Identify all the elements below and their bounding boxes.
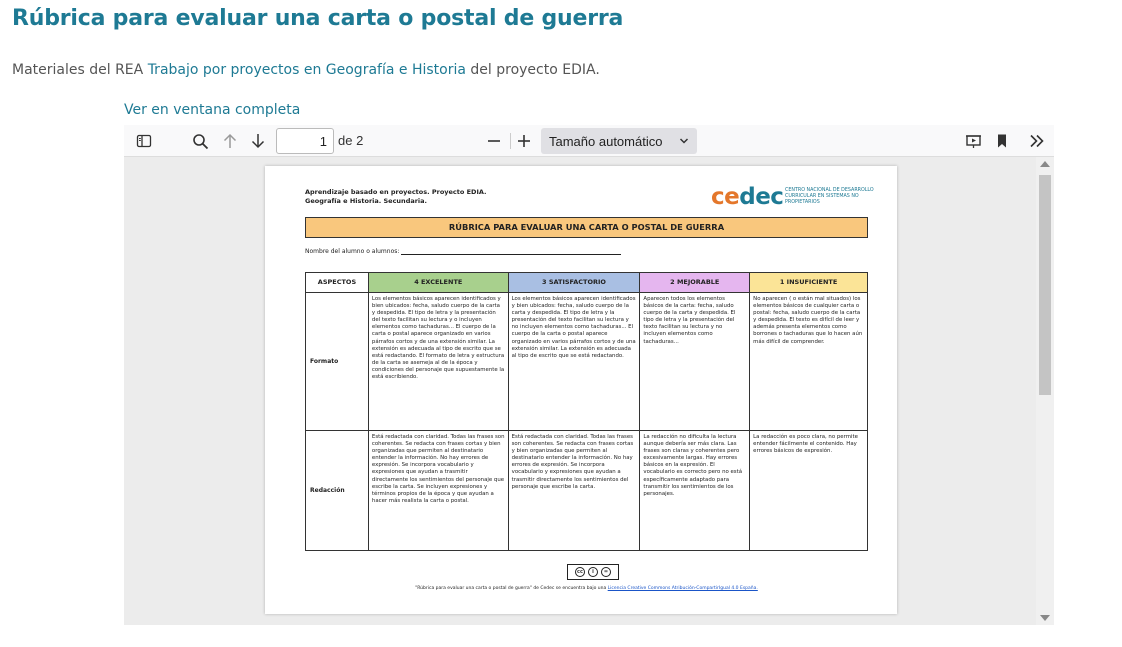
aspect-cell: Redacción — [305, 430, 369, 551]
cedec-logo: cedec — [711, 184, 784, 210]
rubric-table: ASPECTOS 4 EXCELENTE 3 SATISFACTORIO 2 M… — [305, 272, 868, 551]
arrow-up-icon[interactable] — [218, 125, 242, 157]
page-title: Rúbrica para evaluar una carta o postal … — [12, 6, 624, 31]
creative-commons-icon: cc i = — [567, 564, 619, 580]
zoom-in-icon[interactable] — [512, 125, 536, 157]
intro-text: Materiales del REA Trabajo por proyectos… — [12, 62, 600, 78]
page-number-input[interactable] — [276, 128, 334, 154]
license-prefix: "Rúbrica para evaluar una carta o postal… — [415, 586, 608, 591]
criteria-cell: Está redactada con claridad. Todas las f… — [507, 430, 641, 551]
criteria-cell: Los elementos básicos aparecen identific… — [367, 292, 509, 431]
scrollbar[interactable] — [1036, 157, 1054, 625]
criteria-cell: Los elementos básicos aparecen identific… — [507, 292, 641, 431]
bookmark-icon[interactable] — [990, 125, 1014, 157]
header-aspectos: ASPECTOS — [305, 272, 369, 293]
criteria-cell: La redacción no dificulta la lectura aun… — [639, 430, 751, 551]
aspect-cell: Formato — [305, 292, 369, 431]
header-satisfactorio: 3 SATISFACTORIO — [507, 272, 641, 293]
rubric-header-row: ASPECTOS 4 EXCELENTE 3 SATISFACTORIO 2 M… — [305, 272, 868, 293]
document-header-line1: Aprendizaje basado en proyectos. Proyect… — [305, 188, 487, 196]
pdf-page: Aprendizaje basado en proyectos. Proyect… — [265, 166, 897, 614]
table-row: Redacción Está redactada con claridad. T… — [305, 430, 868, 551]
intro-prefix: Materiales del REA — [12, 62, 148, 78]
rubric-title: RÚBRICA PARA EVALUAR UNA CARTA O POSTAL … — [305, 217, 868, 238]
cedec-logo-subtitle: CENTRO NACIONAL DE DESARROLLO CURRICULAR… — [785, 188, 874, 205]
criteria-cell: No aparecen ( o están mal situados) los … — [749, 292, 868, 431]
double-chevron-right-icon[interactable] — [1024, 125, 1050, 157]
student-name-line — [401, 254, 622, 255]
table-row: Formato Los elementos básicos aparecen i… — [305, 292, 868, 431]
page-count: de 2 — [338, 133, 364, 148]
fullview-link[interactable]: Ver en ventana completa — [124, 102, 300, 118]
zoom-select[interactable]: Tamaño automático — [541, 128, 697, 154]
document-header: Aprendizaje basado en proyectos. Proyect… — [305, 188, 487, 206]
header-insuficiente: 1 INSUFICIENTE — [749, 272, 868, 293]
pdf-viewer: de 2 Tamaño automático Aprendizaje basad… — [124, 125, 1054, 625]
header-mejorable: 2 MEJORABLE — [639, 272, 751, 293]
document-header-line2: Geografía e Historia. Secundaria. — [305, 197, 428, 205]
student-name-label: Nombre del alumno o alumnos: — [305, 248, 400, 255]
intro-suffix: del proyecto EDIA. — [465, 62, 600, 78]
criteria-cell: Aparecen todos los elementos básicos de … — [639, 292, 751, 431]
presentation-icon[interactable] — [960, 125, 986, 157]
arrow-down-icon[interactable] — [246, 125, 270, 157]
scrollbar-thumb[interactable] — [1039, 175, 1051, 395]
search-icon[interactable] — [186, 125, 214, 157]
criteria-cell: Está redactada con claridad. Todas las f… — [367, 430, 509, 551]
zoom-out-icon[interactable] — [482, 125, 506, 157]
license-link[interactable]: Licencia Creative Commons Atribución-Com… — [608, 586, 758, 591]
license-text: "Rúbrica para evaluar una carta o postal… — [305, 586, 868, 591]
rea-project-link[interactable]: Trabajo por proyectos en Geografía e His… — [148, 62, 466, 78]
chevron-down-icon — [679, 138, 689, 144]
header-excelente: 4 EXCELENTE — [367, 272, 509, 293]
pdf-toolbar: de 2 Tamaño automático — [124, 125, 1054, 157]
toolbar-divider — [510, 133, 511, 149]
scroll-down-icon[interactable] — [1040, 615, 1050, 621]
zoom-value: Tamaño automático — [549, 133, 663, 149]
sidebar-toggle-icon[interactable] — [130, 125, 158, 157]
student-name-field: Nombre del alumno o alumnos: — [305, 248, 622, 255]
scroll-up-icon[interactable] — [1040, 161, 1050, 167]
criteria-cell: La redacción es poco clara, no permite e… — [749, 430, 868, 551]
